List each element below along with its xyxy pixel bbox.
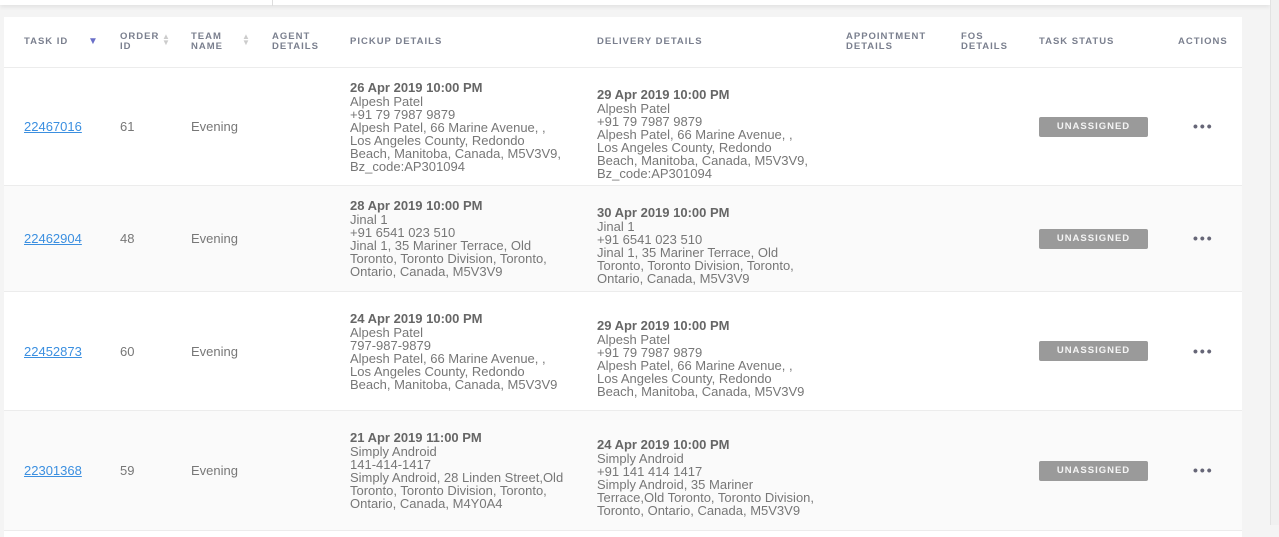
tasks-table: TASK ID ▼ ORDER ID ▲ ▼ TEAM NAME ▲ ▼ AGENT DE… <box>4 17 1242 531</box>
pickup-address: Alpesh Patel, 66 Marine Avenue, , Los An… <box>350 119 562 174</box>
pickup-details: 28 Apr 2019 10:00 PM Jinal 1 +91 6541 02… <box>350 185 597 292</box>
more-options-icon[interactable]: ••• <box>1193 463 1214 477</box>
appointment-details <box>846 67 961 186</box>
pickup-details: 21 Apr 2019 11:00 PM Simply Android 141-… <box>350 410 597 531</box>
delivery-details: 30 Apr 2019 10:00 PM Jinal 1 +91 6541 02… <box>597 185 846 292</box>
delivery-phone: +91 79 7987 9879 <box>597 113 703 129</box>
task-id-link[interactable]: 22301368 <box>24 463 82 478</box>
delivery-address: Simply Android, 35 Mariner Terrace,Old T… <box>597 477 815 518</box>
task-status: UNASSIGNED <box>1039 410 1178 531</box>
column-header-order-id[interactable]: ORDER ID ▲ ▼ <box>120 17 191 68</box>
team-name: Evening <box>191 67 272 186</box>
delivery-details: 29 Apr 2019 10:00 PM Alpesh Patel +91 79… <box>597 291 846 411</box>
scrollbar[interactable] <box>1270 0 1279 525</box>
task-id-link[interactable]: 22452873 <box>24 344 82 359</box>
actions: ••• <box>1178 410 1242 531</box>
column-header-task-id[interactable]: TASK ID ▼ <box>4 17 120 68</box>
pickup-name: Alpesh Patel <box>350 324 423 340</box>
column-header-agent-details: AGENT DETAILS <box>272 17 350 68</box>
pickup-name: Alpesh Patel <box>350 93 423 109</box>
pickup-datetime: 28 Apr 2019 10:00 PM <box>350 198 483 213</box>
team-name: Evening <box>191 291 272 411</box>
appointment-details <box>846 410 961 531</box>
fos-details <box>961 185 1039 292</box>
actions: ••• <box>1178 67 1242 186</box>
top-toolbar <box>0 0 1270 6</box>
more-options-icon[interactable]: ••• <box>1193 119 1214 133</box>
column-header-appointment-details: APPOINTMENT DETAILS <box>846 17 961 68</box>
delivery-details: 29 Apr 2019 10:00 PM Alpesh Patel +91 79… <box>597 67 846 186</box>
pickup-datetime: 21 Apr 2019 11:00 PM <box>350 430 482 445</box>
agent-details <box>272 291 350 411</box>
agent-details <box>272 185 350 292</box>
delivery-datetime: 30 Apr 2019 10:00 PM <box>597 205 730 220</box>
delivery-address: Alpesh Patel, 66 Marine Avenue, , Los An… <box>597 126 809 181</box>
delivery-datetime: 24 Apr 2019 10:00 PM <box>597 437 730 452</box>
delivery-name: Alpesh Patel <box>597 331 670 347</box>
more-options-icon[interactable]: ••• <box>1193 231 1214 245</box>
team-name: Evening <box>191 185 272 292</box>
tasks-table-panel: TASK ID ▼ ORDER ID ▲ ▼ TEAM NAME ▲ ▼ AGENT DE… <box>4 17 1242 537</box>
actions: ••• <box>1178 185 1242 292</box>
sort-icon[interactable]: ▲ ▼ <box>242 33 251 47</box>
pickup-details: 26 Apr 2019 10:00 PM Alpesh Patel +91 79… <box>350 67 597 186</box>
table-row[interactable]: 22301368 59 Evening 21 Apr 2019 11:00 PM… <box>4 410 1242 531</box>
pickup-datetime: 26 Apr 2019 10:00 PM <box>350 79 483 95</box>
order-id: 61 <box>120 67 191 186</box>
order-id: 48 <box>120 185 191 292</box>
pickup-phone: +91 79 7987 9879 <box>350 106 456 122</box>
pickup-details: 24 Apr 2019 10:00 PM Alpesh Patel 797-98… <box>350 291 597 411</box>
sort-icon[interactable]: ▲ ▼ <box>162 33 171 47</box>
delivery-datetime: 29 Apr 2019 10:00 PM <box>597 317 730 333</box>
status-badge: UNASSIGNED <box>1039 341 1148 361</box>
divider <box>272 0 273 6</box>
status-badge: UNASSIGNED <box>1039 460 1148 481</box>
order-id: 59 <box>120 410 191 531</box>
pickup-address: Jinal 1, 35 Mariner Terrace, Old Toronto… <box>350 238 547 279</box>
agent-details <box>272 410 350 531</box>
pickup-phone: 797-987-9879 <box>350 337 431 353</box>
status-badge: UNASSIGNED <box>1039 116 1148 137</box>
table-row[interactable]: 22462904 48 Evening 28 Apr 2019 10:00 PM… <box>4 185 1242 292</box>
task-id-link[interactable]: 22462904 <box>24 231 82 246</box>
table-header: TASK ID ▼ ORDER ID ▲ ▼ TEAM NAME ▲ ▼ AGENT DE… <box>4 17 1242 68</box>
agent-details <box>272 67 350 186</box>
column-header-actions: ACTIONS <box>1178 17 1242 68</box>
delivery-address: Alpesh Patel, 66 Marine Avenue, , Los An… <box>597 357 805 399</box>
pickup-address: Simply Android, 28 Linden Street,Old Tor… <box>350 470 564 511</box>
table-row[interactable]: 22467016 61 Evening 26 Apr 2019 10:00 PM… <box>4 67 1242 186</box>
order-id: 60 <box>120 291 191 411</box>
delivery-details: 24 Apr 2019 10:00 PM Simply Android +91 … <box>597 410 846 531</box>
column-header-team-name[interactable]: TEAM NAME ▲ ▼ <box>191 17 272 68</box>
table-row[interactable]: 22452873 60 Evening 24 Apr 2019 10:00 PM… <box>4 291 1242 411</box>
sort-desc-icon[interactable]: ▼ <box>88 37 99 47</box>
fos-details <box>961 67 1039 186</box>
team-name: Evening <box>191 410 272 531</box>
column-header-task-status: TASK STATUS <box>1039 17 1178 68</box>
delivery-address: Jinal 1, 35 Mariner Terrace, Old Toronto… <box>597 245 794 286</box>
delivery-datetime: 29 Apr 2019 10:00 PM <box>597 86 730 102</box>
delivery-name: Alpesh Patel <box>597 100 670 116</box>
task-id-link[interactable]: 22467016 <box>24 119 82 134</box>
pickup-datetime: 24 Apr 2019 10:00 PM <box>350 310 483 326</box>
status-badge: UNASSIGNED <box>1039 228 1148 249</box>
task-status: UNASSIGNED <box>1039 185 1178 292</box>
delivery-phone: +91 79 7987 9879 <box>597 344 703 360</box>
fos-details <box>961 291 1039 411</box>
task-status: UNASSIGNED <box>1039 67 1178 186</box>
fos-details <box>961 410 1039 531</box>
appointment-details <box>846 291 961 411</box>
column-header-delivery-details: DELIVERY DETAILS <box>597 17 846 68</box>
more-options-icon[interactable]: ••• <box>1193 344 1214 358</box>
actions: ••• <box>1178 291 1242 411</box>
column-header-pickup-details: PICKUP DETAILS <box>350 17 597 68</box>
appointment-details <box>846 185 961 292</box>
column-header-fos-details: FOS DETAILS <box>961 17 1039 68</box>
task-status: UNASSIGNED <box>1039 291 1178 411</box>
pickup-address: Alpesh Patel, 66 Marine Avenue, , Los An… <box>350 350 558 392</box>
